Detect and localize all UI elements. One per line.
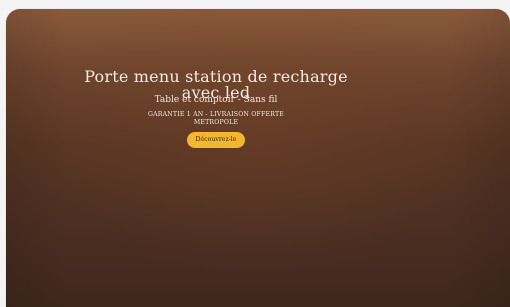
discover-button[interactable]: Découvrez-le: [186, 132, 246, 148]
hero-delivery-line: METROPOLE: [193, 118, 239, 126]
hero-subtitle: Table et comptoir - Sans fil: [154, 95, 278, 105]
hero-content: Porte menu station de recharge avec led …: [76, 69, 356, 148]
hero-guarantee-line: GARANTIE 1 AN - LIVRAISON OFFERTE: [147, 111, 285, 118]
hero-banner: Porte menu station de recharge avec led …: [6, 9, 510, 307]
